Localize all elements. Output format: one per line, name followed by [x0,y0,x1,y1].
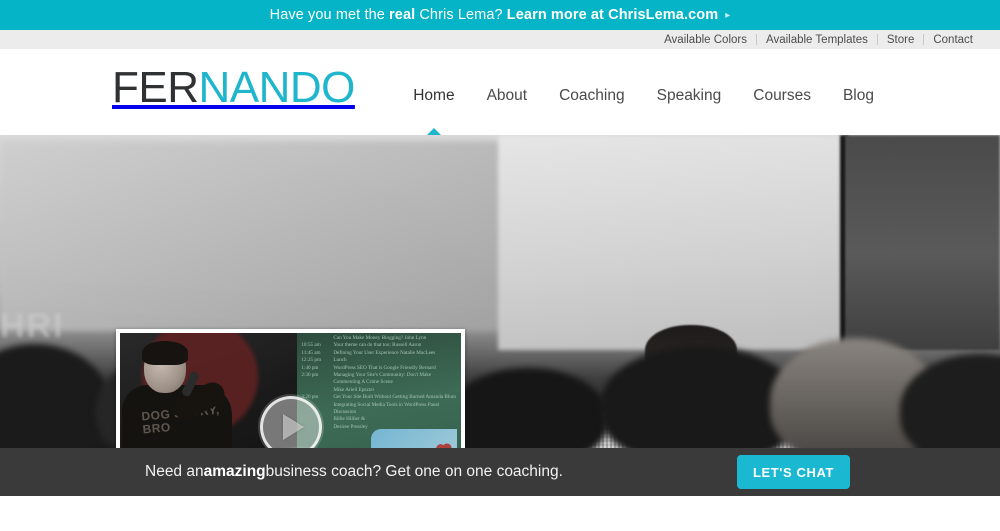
schedule-row: 1:40 pm WordPress SEO That is Google Frie… [301,365,457,372]
cta-lead: Need an [145,463,204,480]
schedule-title: Defining Your User Experience Natalie Ma… [333,349,436,356]
hero-video-thumbnail[interactable]: DOG STORY, BRO Can You Make Money Bloggi… [120,333,461,448]
schedule-row: Can You Make Money Blogging? John Lynn [301,335,457,342]
play-triangle-icon [283,414,304,440]
schedule-time: 11:45 am [301,349,321,356]
schedule-time [301,335,327,342]
schedule-title: Get Your Site Built Without Getting Burn… [333,394,456,401]
hero-projection-screen-left [0,141,520,331]
promo-banner[interactable]: Have you met the real Chris Lema? Learn … [0,0,1000,30]
schedule-row: 11:45 am Defining Your User Experience Na… [301,350,457,357]
hero-projection-screen-right [498,135,898,350]
schedule-time: 10:55 am [301,342,321,349]
utility-nav-item-contact[interactable]: Contact [924,34,982,46]
promo-mid: Chris Lema? [415,7,507,23]
hero-video-card[interactable]: DOG STORY, BRO Can You Make Money Bloggi… [116,329,465,448]
schedule-title: Lunch [333,357,347,364]
main-nav: Home About Coaching Speaking Courses Blo… [397,85,890,137]
utility-nav: Available Colors Available Templates Sto… [0,30,1000,49]
cta-message: Need an amazing business coach? Get one … [145,448,563,496]
schedule-title: Integrating Social Media Tools in WordPr… [333,401,440,416]
nav-item-blog[interactable]: Blog [827,85,890,107]
cta-emphasis: amazing [203,463,266,480]
promo-banner-text: Have you met the real Chris Lema? Learn … [270,7,731,23]
utility-nav-item-available-colors[interactable]: Available Colors [655,34,756,46]
schedule-row: Integrating Social Media Tools in WordPr… [301,402,457,417]
nav-item-coaching[interactable]: Coaching [543,85,641,107]
schedule-row: 12:25 pm Lunch [301,357,457,364]
schedule-title: Mike Arieli Epsztei [333,386,374,393]
schedule-title: WordPress SEO That is Google Friendly Be… [333,364,436,371]
nav-item-speaking[interactable]: Speaking [641,85,738,107]
page-root: Have you met the real Chris Lema? Learn … [0,0,1000,531]
logo-part-two: NANDO [198,63,356,112]
nav-item-home[interactable]: Home [397,85,470,137]
schedule-row: 10:55 am Your theme can do that too; Russ… [301,342,457,349]
schedule-title: Can You Make Money Blogging? John Lynn [333,335,427,341]
promo-link[interactable]: Learn more at ChrisLema.com [507,7,718,23]
schedule-row: 3:20 pm Get Your Site Built Without Getti… [301,394,457,401]
utility-nav-item-store[interactable]: Store [878,34,924,46]
video-speaker-hair [142,341,188,365]
site-logo[interactable]: FERNANDO [112,63,355,113]
video-slide-graphic [371,429,457,448]
schedule-row: Mike Arieli Epsztei [301,387,457,394]
below-fold-area [0,496,1000,531]
masthead: FERNANDO Home About Coaching Speaking Co… [0,49,1000,137]
nav-item-courses[interactable]: Courses [737,85,827,107]
schedule-title: Managing Your Site's Community: Don't Ma… [333,372,432,386]
arrow-right-icon: ▸ [725,10,731,21]
schedule-title: Your theme can do that too; Russell Aaro… [333,342,422,349]
video-schedule-list: Can You Make Money Blogging? John Lynn 1… [301,335,457,431]
cta-bar: Need an amazing business coach? Get one … [0,448,1000,496]
schedule-row: 2:30 pm Managing Your Site's Community: D… [301,372,457,387]
schedule-title: Billie Hillier & [333,416,366,423]
schedule-time [301,387,327,394]
nav-item-home-label: Home [413,87,455,104]
promo-lead: Have you met the [269,7,390,23]
logo-part-one: FER [112,63,199,112]
hero-dark-panel [845,135,1000,350]
lets-chat-button[interactable]: LET'S CHAT [737,455,850,489]
nav-item-about[interactable]: About [471,85,544,107]
schedule-time: 1:40 pm [301,364,319,371]
schedule-row: Billie Hillier & [301,416,457,423]
utility-nav-item-available-templates[interactable]: Available Templates [757,34,877,46]
hero-section: HRI DOG STORY, [0,135,1000,448]
schedule-time: 2:30 pm [301,372,319,379]
schedule-time: 12:25 pm [301,357,322,364]
promo-emphasis: real [389,7,416,23]
cta-trail: business coach? Get one on one coaching. [265,463,563,480]
video-stage-right: Can You Make Money Blogging? John Lynn 1… [297,333,461,448]
schedule-title: Desiree Pressley [333,423,368,430]
